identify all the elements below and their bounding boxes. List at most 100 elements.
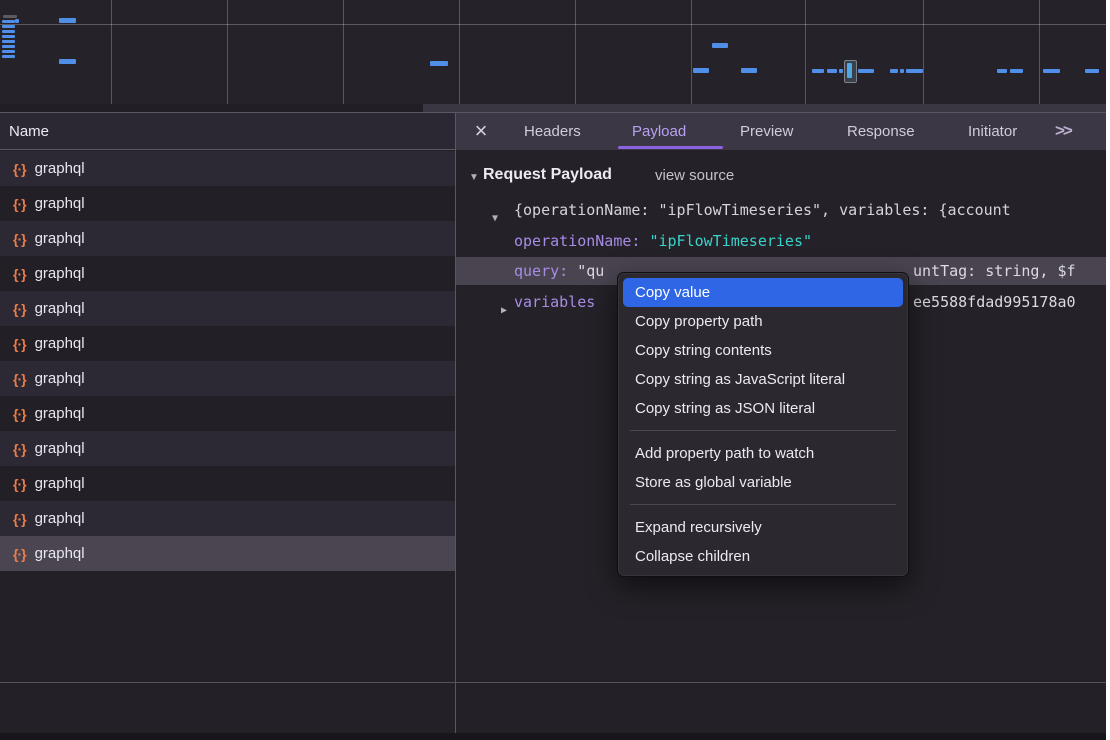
request-bar (1043, 69, 1060, 73)
overview-gridline (459, 0, 460, 104)
request-row-graphql[interactable]: {·}graphql (0, 361, 455, 396)
request-name-label: graphql (35, 160, 85, 177)
json-braces-icon: {·} (13, 336, 26, 352)
payload-row-text: {operationName: "ipFlowTimeseries", vari… (514, 196, 1011, 224)
request-name-label: graphql (35, 230, 85, 247)
overview-gridline (923, 0, 924, 104)
overview-gridline (227, 0, 228, 104)
overview-scrubber-selection[interactable] (423, 104, 1106, 112)
overview-gridline (1039, 0, 1040, 104)
window-bottom-edge (0, 733, 1106, 740)
menu-item-store-as-global-variable[interactable]: Store as global variable (623, 468, 903, 497)
json-braces-icon: {·} (13, 301, 26, 317)
network-overview-waterfall[interactable] (0, 0, 1106, 104)
json-braces-icon: {·} (13, 441, 26, 457)
payload-row-text: query: "qu (514, 257, 604, 285)
request-row-graphql[interactable]: {·} graphql (0, 501, 455, 536)
request-row-graphql[interactable]: {·} graphql (0, 396, 455, 431)
property-value: "ipFlowTimeseries" (649, 232, 812, 250)
request-row-graphql[interactable]: {·} graphql (0, 466, 455, 501)
request-name-label: graphql (35, 265, 85, 282)
view-source-link[interactable]: view source (655, 167, 734, 184)
overview-baseline (0, 24, 1106, 25)
request-row-graphql[interactable]: {·}graphql (0, 536, 455, 571)
payload-row-text: variables (514, 288, 595, 316)
menu-item-copy-value[interactable]: Copy value (623, 278, 903, 307)
property-value: "qu (577, 262, 604, 280)
menu-item-expand-recursively[interactable]: Expand recursively (623, 513, 903, 542)
menu-item-copy-string-as-javascript-literal[interactable]: Copy string as JavaScript literal (623, 365, 903, 394)
request-bar (3, 15, 17, 18)
request-row-graphql[interactable]: {·} graphql (0, 151, 455, 186)
overview-scrubber-left[interactable] (0, 104, 423, 112)
request-bar (2, 35, 15, 38)
overview-gridline (111, 0, 112, 104)
overview-gridline (805, 0, 806, 104)
request-bar (1085, 69, 1099, 73)
request-row-graphql[interactable]: {·} graphql (0, 291, 455, 326)
request-bar (2, 50, 15, 53)
collapsed-triangle-icon[interactable]: ▶ (501, 297, 507, 325)
request-bar (2, 25, 15, 28)
request-row-graphql[interactable]: {·}graphql (0, 186, 455, 221)
request-row-graphql[interactable]: {·} graphql (0, 256, 455, 291)
json-braces-icon: {·} (13, 161, 26, 177)
request-name-label: graphql (35, 195, 85, 212)
menu-separator (630, 430, 896, 431)
request-bar (2, 30, 15, 33)
json-braces-icon: {·} (13, 511, 26, 527)
json-braces-icon: {·} (13, 476, 26, 492)
request-bar (812, 69, 824, 73)
tab-initiator[interactable]: Initiator (968, 113, 1017, 150)
tab-headers[interactable]: Headers (524, 113, 581, 150)
request-name-label: graphql (35, 510, 85, 527)
request-bar (900, 69, 904, 73)
payload-text-right-of-menu: ee5588fdad995178a0 (913, 288, 1076, 316)
request-bar (858, 69, 874, 73)
request-name-label: graphql (35, 475, 85, 492)
request-list: {·} graphql {·} graphql {·} graphql {·} graphql… (0, 151, 455, 571)
section-collapse-triangle-icon[interactable]: ▼ (469, 172, 479, 183)
payload-property-row-operationName[interactable]: operationName: "ipFlowTimeseries" (456, 227, 1106, 255)
request-bar (2, 20, 15, 23)
menu-item-copy-string-as-json-literal[interactable]: Copy string as JSON literal (623, 394, 903, 423)
close-icon[interactable]: × (468, 113, 494, 150)
request-bar (15, 19, 19, 23)
tab-response[interactable]: Response (847, 113, 915, 150)
request-bar (1010, 69, 1023, 73)
overflow-tabs-icon[interactable]: >> (1055, 113, 1071, 150)
request-bar (430, 61, 448, 66)
selected-tab-underline (618, 146, 723, 149)
request-payload-section[interactable]: ▼ Request Payload view source (456, 166, 1106, 190)
request-name-label: graphql (35, 370, 85, 387)
name-column-header[interactable]: Name (0, 113, 455, 150)
menu-item-collapse-children[interactable]: Collapse children (623, 542, 903, 571)
name-column-label: Name (0, 123, 49, 140)
request-payload-title: Request Payload (483, 166, 612, 184)
overview-gridline (575, 0, 576, 104)
request-name-label: graphql (35, 545, 85, 562)
request-bar (59, 18, 76, 23)
request-bar (59, 59, 76, 64)
json-braces-icon: {·} (13, 406, 26, 422)
json-braces-icon: {·} (13, 266, 26, 282)
request-row-graphql[interactable]: {·}graphql (0, 221, 455, 256)
payload-object-preview-row[interactable]: ▼{operationName: "ipFlowTimeseries", var… (456, 196, 1106, 224)
tab-payload[interactable]: Payload (632, 113, 686, 150)
request-bar (741, 68, 757, 73)
request-name-label: graphql (35, 300, 85, 317)
menu-item-copy-property-path[interactable]: Copy property path (623, 307, 903, 336)
tab-preview[interactable]: Preview (740, 113, 793, 150)
request-row-graphql[interactable]: {·}graphql (0, 431, 455, 466)
request-bar (712, 43, 728, 48)
menu-item-add-property-path-to-watch[interactable]: Add property path to watch (623, 439, 903, 468)
request-name-label: graphql (35, 405, 85, 422)
property-name: query: (514, 262, 568, 280)
request-bar (906, 69, 923, 73)
menu-separator (630, 504, 896, 505)
request-row-graphql[interactable]: {·}graphql (0, 326, 455, 361)
payload-text-right-of-menu: untTag: string, $f (913, 257, 1076, 285)
menu-item-copy-string-contents[interactable]: Copy string contents (623, 336, 903, 365)
request-bar (2, 40, 15, 43)
request-bar (839, 69, 843, 73)
